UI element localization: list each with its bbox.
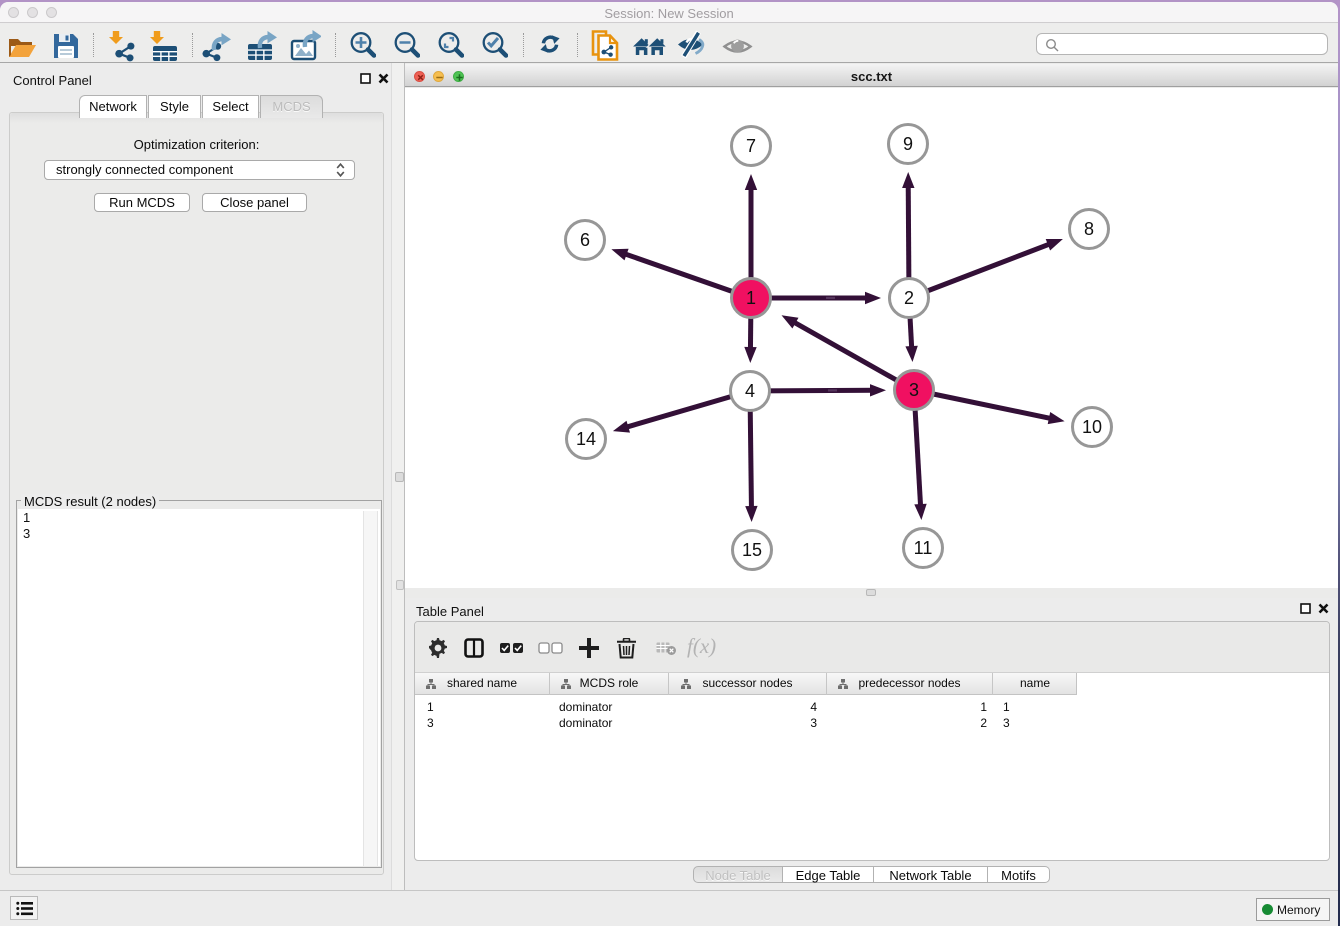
svg-text:1: 1 <box>746 288 756 308</box>
svg-text:4: 4 <box>745 381 755 401</box>
svg-text:14: 14 <box>576 429 596 449</box>
svg-text:3: 3 <box>909 380 919 400</box>
svg-text:7: 7 <box>746 136 756 156</box>
svg-text:15: 15 <box>742 540 762 560</box>
svg-text:9: 9 <box>903 134 913 154</box>
svg-text:2: 2 <box>904 288 914 308</box>
svg-text:6: 6 <box>580 230 590 250</box>
svg-text:8: 8 <box>1084 219 1094 239</box>
svg-text:11: 11 <box>914 538 933 558</box>
svg-text:10: 10 <box>1082 417 1102 437</box>
